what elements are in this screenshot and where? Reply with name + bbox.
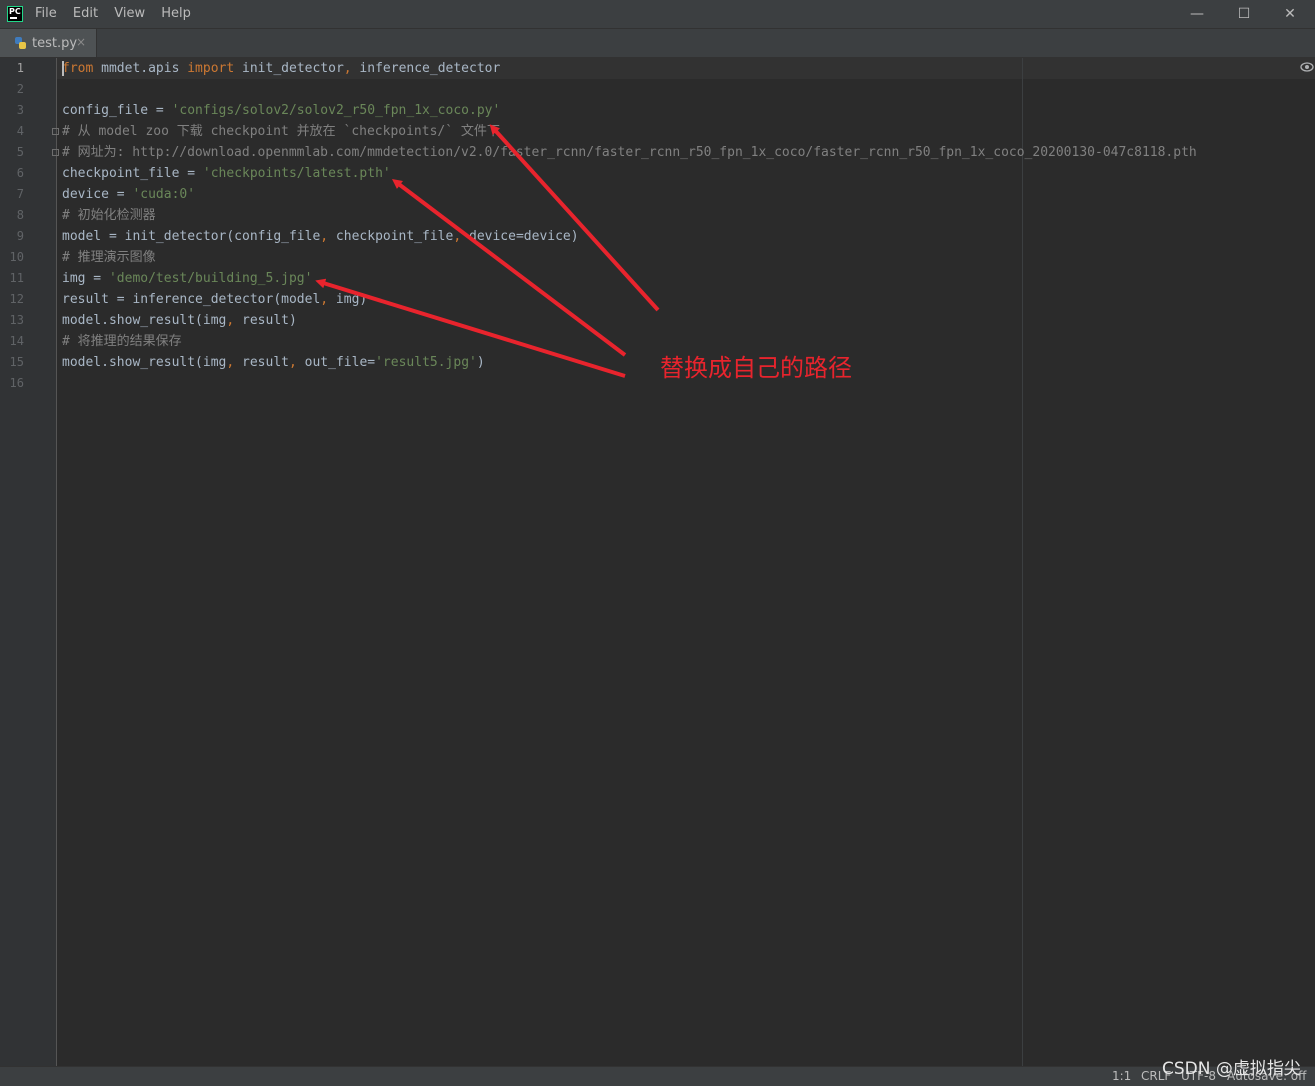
arrow-to-comment <box>489 124 660 312</box>
arrow-to-checkpoint-path <box>392 178 627 357</box>
cursor-position[interactable]: 1:1 <box>1112 1069 1131 1083</box>
arrow-to-image-path <box>315 278 626 378</box>
watermark: CSDN @虚拟指尖 <box>1162 1059 1301 1079</box>
status-bar: 1:1 CRLF UTF-8 Autosave: off <box>0 1066 1315 1086</box>
annotation-text: 替换成自己的路径 <box>660 354 852 382</box>
annotation-arrows <box>315 124 660 378</box>
